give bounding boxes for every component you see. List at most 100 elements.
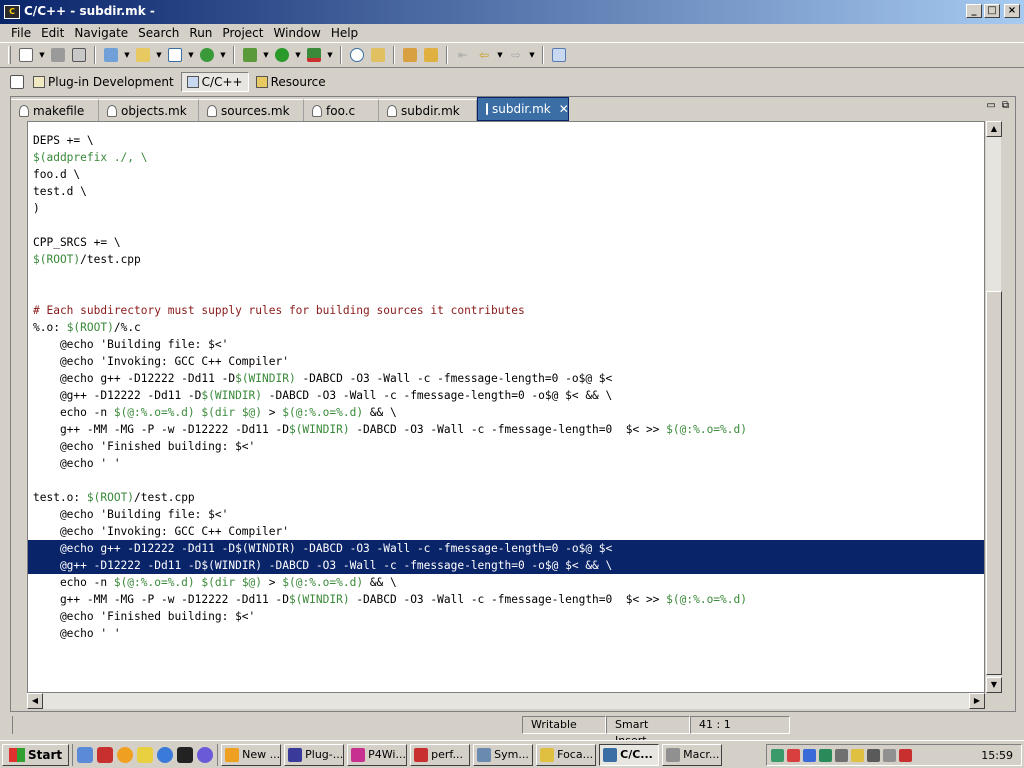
menu-search[interactable]: Search	[133, 24, 184, 42]
open-type-icon[interactable]	[401, 46, 419, 64]
taskbar-button[interactable]: C/C...	[599, 743, 660, 766]
minimize-view-icon[interactable]: ▭	[986, 100, 995, 111]
scroll-up-icon[interactable]: ▲	[986, 121, 1002, 137]
file-icon	[207, 104, 217, 117]
close-tab-icon[interactable]: ✕	[559, 102, 569, 116]
tab-subdir-mk[interactable]: subdir.mk	[379, 99, 477, 121]
tray-icon[interactable]	[883, 748, 896, 762]
save-icon[interactable]	[49, 46, 67, 64]
status-position: 41 : 1	[690, 716, 790, 734]
menu-file[interactable]: File	[6, 24, 36, 42]
debug-icon[interactable]	[241, 46, 259, 64]
start-button[interactable]: Start	[2, 743, 70, 766]
scroll-thumb[interactable]	[986, 291, 1002, 675]
new-folder-icon[interactable]	[134, 46, 152, 64]
build-icon[interactable]	[198, 46, 216, 64]
new-folder-dropdown-icon[interactable]: ▼	[155, 46, 163, 64]
menu-edit[interactable]: Edit	[36, 24, 69, 42]
debug-dropdown-icon[interactable]: ▼	[262, 46, 270, 64]
new-file-icon[interactable]	[17, 46, 35, 64]
code-line: test.d \	[33, 185, 87, 198]
code-line: @echo ' '	[33, 457, 121, 470]
scroll-down-icon[interactable]: ▼	[986, 677, 1002, 693]
forward-dropdown-icon[interactable]: ▼	[528, 46, 536, 64]
print-icon[interactable]	[70, 46, 88, 64]
app-quicklaunch-icon[interactable]	[137, 746, 154, 763]
run-dropdown-icon[interactable]: ▼	[294, 46, 302, 64]
last-edit-icon[interactable]: ⇤	[454, 46, 472, 64]
back-dropdown-icon[interactable]: ▼	[496, 46, 504, 64]
search-icon[interactable]	[422, 46, 440, 64]
taskbar-button[interactable]: Sym...	[473, 743, 534, 766]
toolbar-grip[interactable]	[8, 46, 11, 64]
taskbar-button[interactable]: P4Wi...	[347, 743, 408, 766]
new-dropdown-icon[interactable]: ▼	[38, 46, 46, 64]
tray-icon[interactable]	[899, 748, 912, 762]
tab-objects-mk[interactable]: objects.mk	[99, 99, 199, 121]
run-icon[interactable]	[273, 46, 291, 64]
toolbar-separator	[94, 46, 96, 64]
open-perspective-icon[interactable]	[8, 73, 26, 91]
scroll-left-icon[interactable]: ◀	[27, 693, 43, 709]
external-tools-icon[interactable]	[305, 46, 323, 64]
menu-run[interactable]: Run	[184, 24, 217, 42]
new-class-icon[interactable]	[166, 46, 184, 64]
internet-explorer-icon[interactable]	[157, 746, 174, 763]
toggle-view-icon[interactable]	[550, 46, 568, 64]
taskbar-button[interactable]: New ...	[221, 743, 282, 766]
taskbar-button[interactable]: Foca...	[536, 743, 597, 766]
maximize-button[interactable]: □	[984, 4, 1000, 18]
show-desktop-icon[interactable]	[77, 746, 94, 763]
perspective-plugin-dev[interactable]: Plug-in Development	[28, 72, 179, 92]
close-button[interactable]: ×	[1004, 4, 1020, 18]
system-tray: 15:59	[766, 744, 1022, 766]
build-dropdown-icon[interactable]: ▼	[219, 46, 227, 64]
maximize-view-icon[interactable]: ⧉	[1002, 100, 1009, 111]
taskbar-button[interactable]: perf...	[410, 743, 471, 766]
command-prompt-icon[interactable]	[177, 746, 194, 763]
menu-navigate[interactable]: Navigate	[69, 24, 133, 42]
tab-makefile[interactable]: makefile	[11, 99, 99, 121]
app-icon	[603, 747, 618, 762]
tray-icon[interactable]	[787, 748, 800, 762]
scroll-right-icon[interactable]: ▶	[969, 693, 985, 709]
menu-project[interactable]: Project	[217, 24, 268, 42]
new-project-dropdown-icon[interactable]: ▼	[123, 46, 131, 64]
menu-window[interactable]: Window	[268, 24, 325, 42]
forward-icon[interactable]: ⇨	[507, 46, 525, 64]
code-line: @echo 'Finished building: $<'	[33, 610, 256, 623]
help-icon[interactable]	[348, 46, 366, 64]
tab-foo-c[interactable]: foo.c	[304, 99, 379, 121]
code-editor[interactable]: DEPS += \ $(addprefix ./, \ foo.d \ test.d …	[27, 121, 985, 693]
file-icon	[19, 104, 29, 117]
tab-sources-mk[interactable]: sources.mk	[199, 99, 304, 121]
tray-icon[interactable]	[867, 748, 880, 762]
tray-icon[interactable]	[803, 748, 816, 762]
back-icon[interactable]: ⇦	[475, 46, 493, 64]
perspective-cpp[interactable]: C/C++	[180, 72, 249, 92]
vertical-scrollbar[interactable]: ▲ ▼	[985, 121, 1002, 693]
tray-icon[interactable]	[835, 748, 848, 762]
new-project-icon[interactable]	[102, 46, 120, 64]
tray-icon[interactable]	[819, 748, 832, 762]
tray-icon[interactable]	[851, 748, 864, 762]
taskbar-label: Plug-...	[305, 748, 344, 761]
search-help-icon[interactable]	[369, 46, 387, 64]
tab-subdir-mk[interactable]: subdir.mk ✕	[477, 97, 569, 121]
app-quicklaunch-icon[interactable]	[97, 746, 114, 763]
app-quicklaunch-icon[interactable]	[117, 746, 134, 763]
tray-icon[interactable]	[771, 748, 784, 762]
tab-label: sources.mk	[221, 103, 290, 118]
menu-help[interactable]: Help	[326, 24, 363, 42]
external-tools-dropdown-icon[interactable]: ▼	[326, 46, 334, 64]
eclipse-app-icon[interactable]: C	[4, 5, 20, 19]
status-message	[12, 716, 522, 734]
minimize-button[interactable]: _	[966, 4, 982, 18]
taskbar-button[interactable]: Plug-...	[284, 743, 345, 766]
taskbar-button[interactable]: Macr...	[662, 743, 723, 766]
app-quicklaunch-icon[interactable]	[197, 746, 214, 763]
perspective-resource[interactable]: Resource	[251, 72, 331, 92]
taskbar-label: New ...	[242, 748, 281, 761]
new-class-dropdown-icon[interactable]: ▼	[187, 46, 195, 64]
horizontal-scrollbar[interactable]: ◀ ▶	[27, 693, 985, 709]
